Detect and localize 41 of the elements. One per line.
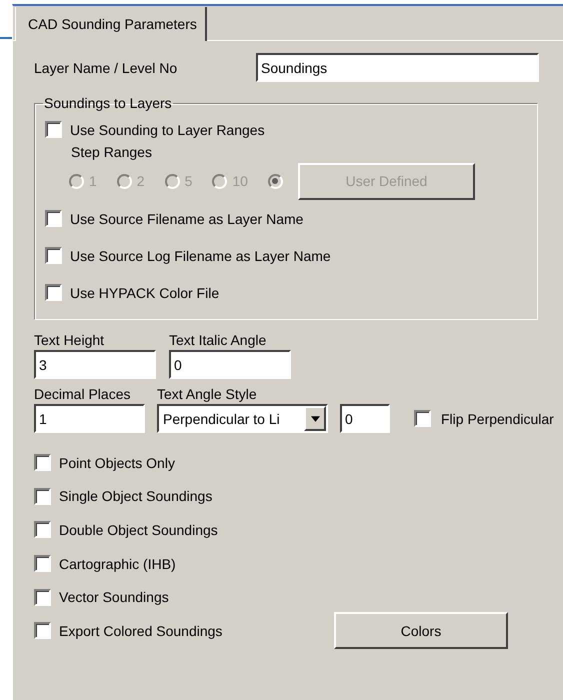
checkbox[interactable]: [45, 247, 62, 264]
input-field[interactable]: 1: [34, 404, 145, 433]
field-label: Text Italic Angle: [169, 332, 268, 348]
radio-label: 10: [232, 173, 248, 189]
checkbox-label: Use Source Filename as Layer Name: [70, 210, 304, 226]
checkbox-label: Export Colored Soundings: [59, 622, 222, 639]
checkbox-label: Flip Perpendicular: [441, 410, 554, 426]
section-label: Step Ranges: [71, 144, 152, 160]
checkbox[interactable]: [34, 521, 51, 538]
group-title: Soundings to Layers: [43, 95, 173, 111]
radio-label: 1: [89, 173, 97, 189]
checkbox[interactable]: [45, 284, 62, 301]
tab[interactable]: CAD Sounding Parameters: [15, 7, 207, 41]
input-field[interactable]: Soundings: [256, 53, 539, 82]
checkbox[interactable]: [45, 121, 62, 138]
radio-label: 2: [136, 173, 145, 189]
checkbox-label: Use Sounding to Layer Ranges: [70, 122, 265, 138]
checkbox-label: Use HYPACK Color File: [70, 284, 220, 300]
colors-button[interactable]: Colors: [334, 612, 508, 650]
field-label: Decimal Places: [34, 386, 132, 402]
field-label: Text Angle Style: [157, 386, 258, 402]
checkbox[interactable]: [414, 410, 431, 427]
checkbox-label: Use Source Log Filename as Layer Name: [70, 248, 331, 264]
input-field[interactable]: 3: [34, 350, 156, 379]
checkbox-label: Double Object Soundings: [59, 522, 218, 538]
dropdown[interactable]: Perpendicular to Li: [157, 404, 328, 433]
input-field[interactable]: 0: [340, 404, 390, 433]
checkbox[interactable]: [45, 210, 62, 227]
checkbox[interactable]: [34, 488, 51, 505]
checkbox[interactable]: [34, 622, 51, 640]
checkbox-label: Single Object Soundings: [59, 488, 212, 504]
checkbox[interactable]: [34, 454, 51, 472]
checkbox-label: Cartographic (IHB): [59, 556, 176, 572]
checkbox-label: Vector Soundings: [59, 589, 169, 606]
checkbox[interactable]: [34, 555, 51, 572]
radio-label: 5: [184, 173, 192, 189]
field-label: Text Height: [34, 332, 106, 348]
checkbox[interactable]: [34, 588, 51, 606]
field-label: Layer Name / Level No: [34, 60, 178, 76]
input-field[interactable]: 0: [169, 350, 291, 379]
checkbox-label: Point Objects Only: [59, 454, 175, 471]
